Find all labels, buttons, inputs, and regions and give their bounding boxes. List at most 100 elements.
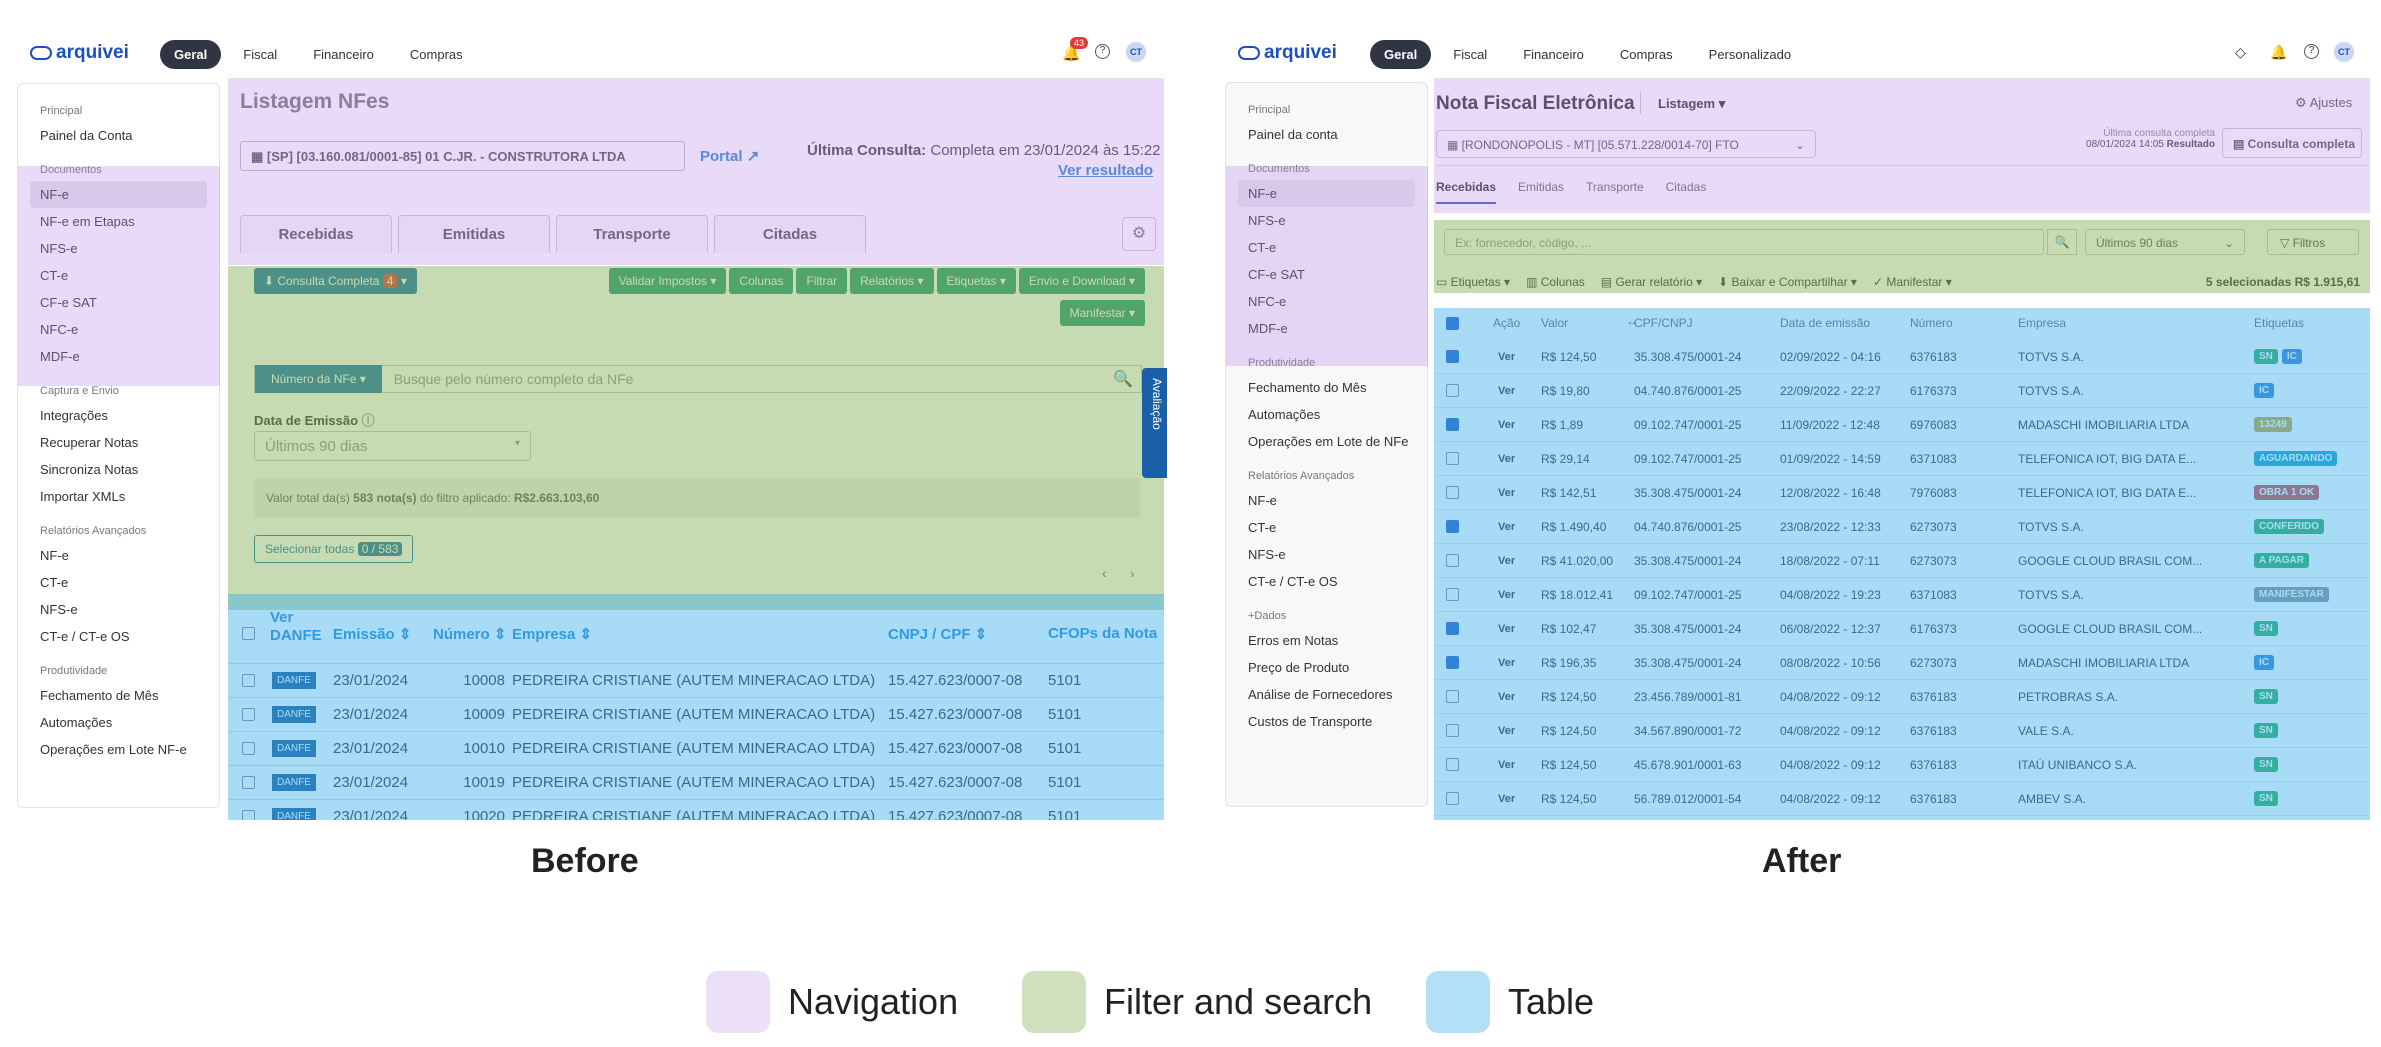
sidebar-item[interactable]: CT-e: [1226, 514, 1427, 541]
row-checkbox[interactable]: [1446, 622, 1459, 635]
sidebar-item[interactable]: Fechamento do Mês: [1226, 374, 1427, 401]
header-cnpj[interactable]: CNPJ / CPF ⇕: [888, 625, 987, 643]
search-input[interactable]: Busque pelo número completo da NFe: [394, 371, 1105, 387]
tag-badge[interactable]: SN: [2254, 349, 2278, 364]
sidebar-item[interactable]: CF-e SAT: [18, 289, 219, 316]
ver-button[interactable]: Ver: [1498, 623, 1515, 635]
header-empresa[interactable]: Empresa ⇕: [512, 625, 592, 643]
sidebar-item[interactable]: Erros em Notas: [1226, 627, 1427, 654]
nav-tab-financeiro[interactable]: Financeiro: [1509, 40, 1598, 69]
row-checkbox[interactable]: [1446, 792, 1459, 805]
tab-transporte[interactable]: Transporte: [1586, 180, 1644, 204]
sidebar-item[interactable]: Recuperar Notas: [18, 429, 219, 456]
prev-arrow-icon[interactable]: ‹: [1102, 565, 1107, 581]
header-etiquetas[interactable]: Etiquetas: [2254, 316, 2304, 330]
tag-badge[interactable]: 13249: [2254, 417, 2292, 432]
header-ver-danfe[interactable]: Ver DANFE: [270, 609, 322, 645]
nav-tab-compras[interactable]: Compras: [1606, 40, 1687, 69]
table-row[interactable]: Ver R$ 19,80 04.740.876/0001-25 22/09/2022 …: [1434, 374, 2370, 408]
tag-badge[interactable]: SN: [2254, 723, 2278, 738]
header-empresa[interactable]: Empresa: [2018, 316, 2066, 330]
ver-button[interactable]: Ver: [1498, 691, 1515, 703]
sidebar-item[interactable]: Operações em Lote de NFe: [1226, 428, 1427, 455]
sidebar-item[interactable]: NF-e: [1238, 180, 1415, 207]
tag-badge[interactable]: SN: [2254, 757, 2278, 772]
nav-tab-geral[interactable]: Geral: [1370, 40, 1432, 69]
next-arrow-icon[interactable]: ›: [1130, 565, 1135, 581]
sidebar-item[interactable]: Painel da Conta: [18, 122, 219, 149]
action-colunas[interactable]: ▥ Colunas: [1526, 275, 1585, 289]
search-type-select[interactable]: Número da NFe ▾: [255, 365, 382, 393]
select-all-button[interactable]: Selecionar todas 0 / 583: [254, 535, 414, 563]
sidebar-item[interactable]: Importar XMLs: [18, 483, 219, 510]
consulta-completa-button[interactable]: ⬇ Consulta Completa 4 ▾: [254, 268, 417, 294]
header-data-emissao[interactable]: Data de emissão: [1780, 316, 1870, 330]
sidebar-item[interactable]: Sincroniza Notas: [18, 456, 219, 483]
tab-emitidas[interactable]: Emitidas: [1518, 180, 1564, 204]
search-icon[interactable]: 🔍: [2047, 229, 2077, 255]
bell-icon[interactable]: 🔔: [2270, 44, 2287, 61]
header-numero[interactable]: Número: [1910, 316, 1953, 330]
tag-badge[interactable]: SN: [2254, 791, 2278, 806]
sidebar-item[interactable]: NFC-e: [1226, 288, 1427, 315]
ver-button[interactable]: Ver: [1498, 521, 1515, 533]
tab-transporte[interactable]: Transporte: [556, 215, 708, 253]
sidebar-item[interactable]: NF-e: [30, 181, 207, 208]
sidebar-item[interactable]: MDF-e: [1226, 315, 1427, 342]
brand-logo[interactable]: arquivei: [30, 42, 129, 64]
header-emissao[interactable]: Emissão ⇕: [333, 625, 411, 643]
table-row[interactable]: DANFE 23/01/2024 10009 PEDREIRA CRISTIANE (…: [228, 697, 1164, 731]
tag-badge[interactable]: MANIFESTAR: [2254, 587, 2329, 602]
action-baixar-e-compartilhar[interactable]: ⬇ Baixar e Compartilhar ▾: [1718, 275, 1857, 289]
sidebar-item[interactable]: NF-e: [1226, 487, 1427, 514]
ver-button[interactable]: Ver: [1498, 453, 1515, 465]
tag-badge[interactable]: IC: [2254, 383, 2274, 398]
table-row[interactable]: Ver R$ 142,51 35.308.475/0001-24 12/08/2022…: [1434, 476, 2370, 510]
danfe-button[interactable]: DANFE: [272, 774, 316, 791]
toolbar-button[interactable]: Colunas: [729, 268, 794, 294]
ver-button[interactable]: Ver: [1498, 351, 1515, 363]
tag-badge[interactable]: IC: [2281, 349, 2302, 364]
company-select[interactable]: ▦ [SP] [03.160.081/0001-85] 01 C.JR. - C…: [240, 141, 685, 171]
row-checkbox[interactable]: [1446, 588, 1459, 601]
tab-citadas[interactable]: Citadas: [1666, 180, 1707, 204]
avatar[interactable]: CT: [2334, 42, 2354, 62]
toolbar-button[interactable]: Envio e Download ▾: [1018, 268, 1145, 294]
tag-badge[interactable]: SN: [2254, 689, 2278, 704]
sidebar-item[interactable]: Fechamento de Mês: [18, 682, 219, 709]
sidebar-item[interactable]: CT-e: [1226, 234, 1427, 261]
sidebar-item[interactable]: CF-e SAT: [1226, 261, 1427, 288]
sidebar-item[interactable]: CT-e: [18, 569, 219, 596]
avatar[interactable]: CT: [1126, 42, 1146, 62]
row-checkbox[interactable]: [1446, 724, 1459, 737]
sidebar-item[interactable]: NF-e em Etapas: [18, 208, 219, 235]
nav-tab-fiscal[interactable]: Fiscal: [1439, 40, 1501, 69]
table-row[interactable]: Ver R$ 1,89 09.102.747/0001-25 11/09/2022 -…: [1434, 408, 2370, 442]
nav-tab-financeiro[interactable]: Financeiro: [299, 40, 388, 69]
select-all-checkbox[interactable]: [242, 627, 255, 640]
resultado-link[interactable]: Resultado: [2167, 139, 2215, 150]
sidebar-item[interactable]: Automações: [18, 709, 219, 736]
table-row[interactable]: Ver R$ 124,50 23.456.789/0001-81 04/08/2022…: [1434, 680, 2370, 714]
help-icon[interactable]: ?: [2304, 44, 2319, 59]
date-range-select[interactable]: Últimos 90 dias ⌄: [2085, 229, 2245, 255]
action-etiquetas[interactable]: ▭ Etiquetas ▾: [1436, 275, 1510, 289]
sidebar-item[interactable]: NF-e: [18, 542, 219, 569]
portal-link[interactable]: Portal ↗: [700, 147, 759, 165]
nav-tab-fiscal[interactable]: Fiscal: [229, 40, 291, 69]
ver-button[interactable]: Ver: [1498, 419, 1515, 431]
tag-badge[interactable]: OBRA 1 OK: [2254, 485, 2320, 500]
tab-recebidas[interactable]: Recebidas: [1436, 180, 1497, 204]
danfe-button[interactable]: DANFE: [272, 740, 316, 757]
tag-badge[interactable]: AGUARDANDO: [2254, 451, 2338, 466]
ver-button[interactable]: Ver: [1498, 487, 1515, 499]
row-checkbox[interactable]: [1446, 690, 1459, 703]
danfe-button[interactable]: DANFE: [272, 808, 316, 820]
avaliacao-tab[interactable]: Avaliação: [1142, 368, 1167, 478]
sidebar-item[interactable]: CT-e / CT-e OS: [18, 623, 219, 650]
sidebar-item[interactable]: NFS-e: [1226, 207, 1427, 234]
sidebar-item[interactable]: NFS-e: [1226, 541, 1427, 568]
manifestar-button[interactable]: Manifestar ▾: [1059, 300, 1145, 326]
header-cpf-cnpj[interactable]: CPF/CNPJ: [1634, 316, 1693, 330]
header-numero[interactable]: Número ⇕: [433, 625, 506, 643]
